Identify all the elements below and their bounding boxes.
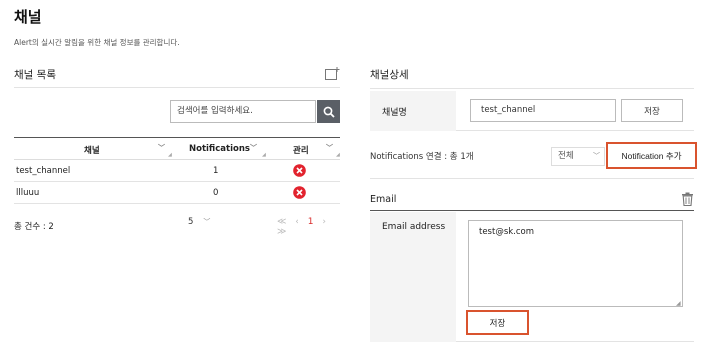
save-name-button[interactable]: 저장: [621, 99, 683, 122]
table-header: 채널 ﹀ ◢ Notifications ﹀ ◢ 관리 ﹀ ◢: [14, 138, 340, 160]
page-title: 채널: [14, 8, 42, 26]
email-section-header: Email: [370, 189, 694, 211]
email-address-row: Email address test@sk.com ◢ 저장: [370, 212, 694, 342]
page-description: Alert의 실시간 알림을 위한 채널 정보를 관리합니다.: [14, 38, 180, 47]
notification-filter-select[interactable]: 전체 ﹀: [551, 147, 605, 166]
add-notification-button[interactable]: Notification 추가: [606, 142, 697, 169]
resize-handle[interactable]: ◢: [336, 152, 340, 158]
notification-count: 1: [213, 166, 219, 176]
pager-prev[interactable]: ≪ ‹: [277, 217, 302, 227]
trash-icon[interactable]: [681, 192, 694, 206]
notification-filter-value: 전체: [558, 151, 574, 161]
column-header-manage[interactable]: 관리: [293, 144, 309, 156]
search-button[interactable]: [317, 100, 340, 123]
channel-name-input[interactable]: test_channel: [470, 99, 616, 122]
notifications-connection-label: Notifications 연결 : 총 1개: [370, 152, 474, 162]
table-row[interactable]: test_channel 1: [14, 160, 340, 182]
channel-name-row: 채널명 test_channel 저장: [370, 91, 694, 131]
channel-list-title: 채널 목록: [14, 69, 56, 81]
add-channel-icon[interactable]: [324, 66, 340, 82]
column-header-notifications[interactable]: Notifications: [189, 144, 250, 154]
chevron-down-icon[interactable]: ﹀: [250, 143, 257, 153]
channel-name: llluuu: [16, 188, 40, 198]
resize-handle[interactable]: ◢: [262, 152, 266, 158]
channel-list-panel: 채널 목록 검색어를 입력하세요. 채널 ﹀ ◢ Notifications ﹀…: [14, 60, 340, 237]
total-count: 총 건수 : 2: [14, 222, 54, 232]
email-address-textarea[interactable]: test@sk.com: [468, 220, 683, 307]
page-size-select[interactable]: 5 ﹀: [188, 217, 210, 227]
email-address-label: Email address: [382, 222, 446, 232]
chevron-down-icon[interactable]: ﹀: [326, 143, 333, 153]
table-row[interactable]: llluuu 0: [14, 182, 340, 204]
channel-name: test_channel: [16, 166, 71, 176]
channel-table: 채널 ﹀ ◢ Notifications ﹀ ◢ 관리 ﹀ ◢ test_cha…: [14, 137, 340, 204]
search-icon: [323, 106, 335, 118]
save-email-button[interactable]: 저장: [466, 310, 529, 335]
chevron-down-icon: ﹀: [593, 152, 600, 160]
email-section-title: Email: [370, 194, 397, 205]
page-size-value: 5: [188, 217, 194, 227]
channel-list-header: 채널 목록: [14, 60, 340, 88]
delete-icon[interactable]: [293, 164, 306, 177]
channel-detail-title: 채널상세: [370, 69, 409, 81]
delete-icon[interactable]: [293, 186, 306, 199]
search-input[interactable]: 검색어를 입력하세요.: [170, 100, 316, 123]
notifications-row: Notifications 연결 : 총 1개 전체 ﹀ Notification…: [370, 131, 697, 179]
channel-name-label: 채널명: [382, 108, 407, 118]
pager-current-page[interactable]: 1: [308, 217, 317, 227]
divider: [370, 88, 694, 89]
notification-count: 0: [213, 188, 219, 198]
column-header-channel[interactable]: 채널: [84, 144, 100, 156]
resize-handle[interactable]: ◢: [168, 152, 172, 158]
search-bar: 검색어를 입력하세요.: [170, 100, 340, 123]
textarea-resize-grip[interactable]: ◢: [676, 300, 681, 307]
chevron-down-icon: ﹀: [203, 218, 211, 226]
table-footer: 총 건수 : 2 5 ﹀ ≪ ‹ 1 › ≫: [14, 217, 340, 237]
pagination: ≪ ‹ 1 › ≫: [277, 217, 340, 237]
chevron-down-icon[interactable]: ﹀: [158, 143, 165, 153]
